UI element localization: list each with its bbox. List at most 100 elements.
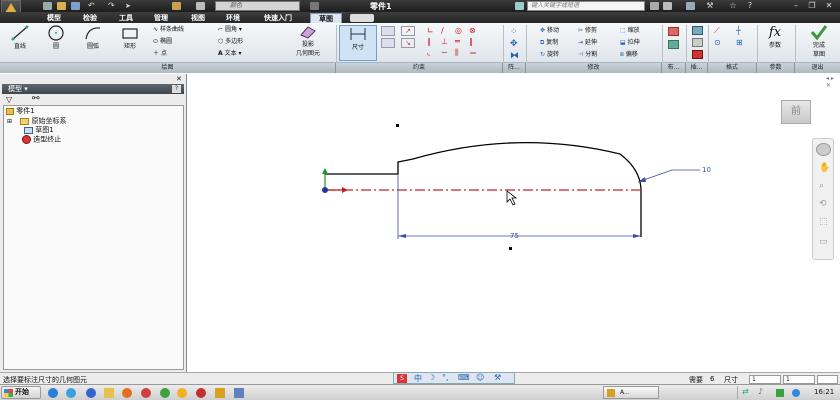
steering-wheel-icon[interactable] xyxy=(816,143,831,156)
origin-point[interactable] xyxy=(322,187,328,193)
tray-speaker-icon[interactable]: ♪ xyxy=(758,387,763,396)
ime-moon-icon[interactable]: ☽ xyxy=(428,373,435,382)
layout-icon[interactable] xyxy=(668,27,679,36)
quicklaunch-inventor-icon[interactable] xyxy=(215,388,225,398)
undo-icon[interactable]: ↶ xyxy=(88,2,97,10)
communication-icon[interactable] xyxy=(686,2,695,10)
rectangle-tool-button[interactable]: 矩形 xyxy=(114,25,146,55)
smooth-icon[interactable]: ∽ xyxy=(441,48,448,57)
ime-keyboard-icon[interactable]: ⌨ xyxy=(458,373,470,382)
scale-button[interactable]: ⬚ 缩放 xyxy=(620,27,640,34)
quicklaunch-refresh-icon[interactable] xyxy=(86,388,96,398)
perpendicular-icon[interactable]: ⊥ xyxy=(441,37,448,46)
extend-button[interactable]: ⇥ 延伸 xyxy=(578,39,597,46)
arc-tool-button[interactable]: 圆弧 xyxy=(78,25,108,55)
line-tool-button[interactable]: 直线 xyxy=(6,25,34,55)
tree-item-origin[interactable]: ⊞ 原始坐标系 xyxy=(7,117,67,126)
profile-step[interactable] xyxy=(325,158,414,175)
quicklaunch-media-icon[interactable] xyxy=(141,388,151,398)
close-icon[interactable]: ✕ xyxy=(824,1,834,11)
insert-acad-icon[interactable] xyxy=(692,50,703,59)
vertical-icon[interactable]: ‖ xyxy=(469,37,473,46)
tray-network-icon[interactable] xyxy=(776,389,784,397)
tab-view[interactable]: 视图 xyxy=(184,13,212,23)
horizontal-icon[interactable]: ═ xyxy=(455,37,460,46)
rotate-button[interactable]: ↻ 旋转 xyxy=(540,51,559,58)
quicklaunch-extra-icon[interactable] xyxy=(234,388,244,398)
collinear-icon[interactable]: ∕ xyxy=(441,26,444,35)
task-button[interactable]: A... xyxy=(603,386,659,399)
point-button[interactable]: ＋ 点 xyxy=(153,50,167,57)
tree-item-end-of-part[interactable]: 造型终止 xyxy=(22,135,61,145)
find-icon[interactable]: ⚯ xyxy=(32,94,40,104)
quicklaunch-browser-icon[interactable] xyxy=(66,388,76,398)
relax-mode-icon[interactable]: ↗ xyxy=(401,26,415,36)
construction-icon[interactable]: ↘ xyxy=(401,38,415,48)
new-icon[interactable] xyxy=(43,2,52,10)
ellipse-button[interactable]: ⬭ 椭圆 xyxy=(153,38,172,45)
restore-icon[interactable]: ❐ xyxy=(807,1,817,11)
tree-item-sketch[interactable]: 草图1 xyxy=(24,126,54,135)
offset-button[interactable]: ⧈ 偏移 xyxy=(620,51,638,58)
tab-manage[interactable]: 管理 xyxy=(147,13,175,23)
rectangular-pattern-icon[interactable]: ⁘ xyxy=(510,27,518,37)
quicklaunch-app-icon[interactable] xyxy=(122,388,132,398)
trim-button[interactable]: ✂ 修剪 xyxy=(578,27,597,34)
tab-inspect[interactable]: 检验 xyxy=(76,13,104,23)
save-icon[interactable] xyxy=(71,2,80,10)
print-icon[interactable] xyxy=(196,2,205,10)
tab-tools[interactable]: 工具 xyxy=(112,13,140,23)
panel-close-icon[interactable]: ✕ xyxy=(176,75,182,83)
zoom-icon[interactable]: ⌕ xyxy=(819,181,824,191)
search-input[interactable]: 键入关键字或短语 xyxy=(527,1,645,11)
insert-image-icon[interactable] xyxy=(692,26,703,35)
ime-tools-icon[interactable]: ⚒ xyxy=(494,373,501,382)
quicklaunch-qq-icon[interactable] xyxy=(177,388,187,398)
binoculars-icon[interactable] xyxy=(515,2,524,10)
help-icon[interactable]: ? xyxy=(745,1,755,11)
tray-arrows-icon[interactable]: ⇄ xyxy=(742,387,749,396)
pan-icon[interactable]: ✋ xyxy=(819,163,830,173)
insert-points-icon[interactable] xyxy=(692,38,703,47)
spline-button[interactable]: ∿ 样条曲线 xyxy=(153,26,184,33)
dimension-button[interactable]: 尺寸 xyxy=(339,25,377,61)
parameters-button[interactable]: fx 参数 xyxy=(761,25,789,61)
polygon-button[interactable]: ⬡ 多边形 xyxy=(218,38,243,45)
tools-icon[interactable]: ⚒ xyxy=(705,1,715,11)
tangent-icon[interactable]: ◟ xyxy=(427,48,430,57)
project-geometry-button[interactable]: 投影 几何图元 xyxy=(284,25,332,61)
show-constraints-icon[interactable] xyxy=(381,38,395,48)
concentric-icon[interactable]: ◎ xyxy=(455,26,462,35)
star-icon[interactable]: ☆ xyxy=(728,1,738,11)
split-button[interactable]: ⊣ 分割 xyxy=(578,51,597,58)
dim-length-text[interactable]: 75 xyxy=(510,232,519,240)
circular-pattern-icon[interactable]: ✥ xyxy=(510,39,518,49)
tab-environment[interactable]: 环境 xyxy=(219,13,247,23)
minimize-icon[interactable]: – xyxy=(791,1,801,11)
quicklaunch-player-icon[interactable] xyxy=(196,388,206,398)
look-at-icon[interactable]: ▭ xyxy=(819,237,828,247)
fillet-button[interactable]: ⌐ 圆角 ▾ xyxy=(218,26,242,33)
symmetric-icon[interactable]: ⫼ xyxy=(455,48,459,58)
driven-dimension-icon[interactable]: ⊞ xyxy=(736,38,743,47)
select-icon[interactable]: ➤ xyxy=(125,2,134,10)
tray-security-icon[interactable] xyxy=(792,389,800,397)
ime-punct-icon[interactable]: °, xyxy=(442,373,449,382)
color-combo[interactable]: 颜色 xyxy=(215,1,300,11)
quicklaunch-folder-icon[interactable] xyxy=(104,388,114,398)
quicklaunch-msn-icon[interactable] xyxy=(160,388,170,398)
text-button[interactable]: A 文本 ▾ xyxy=(218,50,242,57)
parallel-icon[interactable]: ∥ xyxy=(427,37,431,46)
dim-radius-text[interactable]: 10 xyxy=(702,166,711,174)
expand-icon[interactable]: ⊞ xyxy=(7,118,12,125)
fix-icon[interactable]: ⊗ xyxy=(469,26,476,35)
ime-logo-icon[interactable]: S xyxy=(397,374,407,383)
search-icon[interactable] xyxy=(650,2,659,10)
centerline-format-icon[interactable]: ⊙ xyxy=(714,38,721,47)
filter-icon[interactable]: ▽ xyxy=(6,95,12,104)
start-button[interactable]: 开始 xyxy=(1,386,41,399)
equal-icon[interactable]: ＝ xyxy=(469,48,477,59)
quicklaunch-ie-icon[interactable] xyxy=(48,388,58,398)
dropdown-icon[interactable] xyxy=(310,2,319,10)
open-icon[interactable] xyxy=(57,2,66,10)
